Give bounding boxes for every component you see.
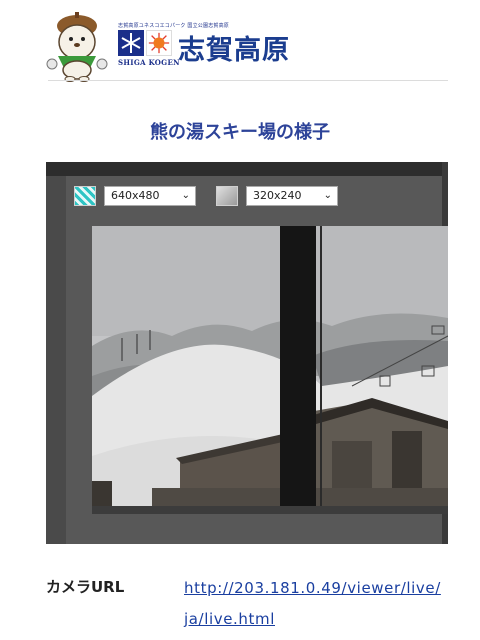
page-title: 熊の湯スキー場の様子 [150, 122, 330, 143]
camera-top-bar [46, 162, 448, 176]
large-view-icon[interactable] [74, 186, 96, 206]
live-camera-image [92, 226, 448, 514]
site-header: 志賀高原ユネスコエコパーク 国立公園志賀高原 SHIGA KOGEN 志賀高原 [0, 0, 480, 84]
emblem-label: SHIGA KOGEN [118, 58, 180, 67]
snowflake-icon [118, 30, 144, 56]
camera-url-label: カメラURL [46, 578, 125, 596]
header-divider [48, 80, 448, 81]
camera-url-link[interactable]: http://203.181.0.49/viewer/live/ja/live.… [184, 573, 444, 635]
resolution-select-small[interactable]: 320x240 ⌄ [246, 186, 338, 206]
acorn-mascot-icon [46, 12, 108, 82]
chevron-down-icon: ⌄ [181, 190, 190, 201]
small-view-icon[interactable] [216, 186, 238, 206]
brand-title: 志賀高原 [178, 35, 290, 66]
site-logo[interactable]: 志賀高原ユネスコエコパーク 国立公園志賀高原 SHIGA KOGEN 志賀高原 [118, 22, 418, 72]
chevron-down-icon: ⌄ [323, 190, 332, 201]
resolution-value-small: 320x240 [253, 189, 302, 202]
resolution-value-large: 640x480 [111, 189, 160, 202]
live-camera-widget: 640x480 ⌄ 320x240 ⌄ [46, 162, 448, 544]
resolution-select-large[interactable]: 640x480 ⌄ [104, 186, 196, 206]
sun-icon [146, 30, 172, 56]
